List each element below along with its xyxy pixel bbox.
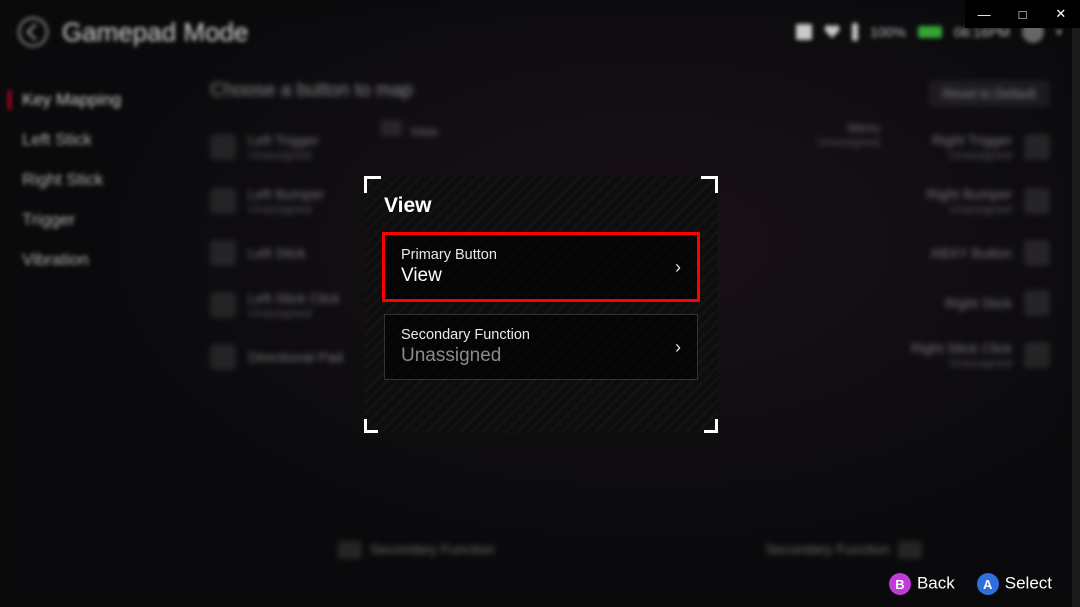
scrollbar[interactable] — [1072, 0, 1080, 607]
hint-select: ASelect — [977, 573, 1052, 595]
m1-icon — [338, 541, 362, 559]
secondary-function-row[interactable]: Secondary Function Unassigned › — [384, 314, 698, 380]
rs-icon — [1024, 290, 1050, 316]
rb-icon — [1024, 188, 1050, 214]
window-close-button[interactable]: ✕ — [1042, 0, 1080, 28]
lsc-icon — [210, 292, 236, 318]
modal-title: View — [384, 194, 698, 218]
sidebar: Key Mapping Left Stick Right Stick Trigg… — [0, 80, 195, 280]
primary-button-label: Primary Button — [401, 247, 675, 263]
secondary-fn-left[interactable]: Secondary Function — [370, 541, 495, 557]
b-button-icon: B — [889, 573, 911, 595]
page-title: Gamepad Mode — [62, 17, 248, 48]
user-icon — [796, 24, 812, 40]
chevron-right-icon: › — [675, 257, 681, 278]
battery-icon — [918, 26, 942, 38]
rsc-icon — [1024, 342, 1050, 368]
map-left-stick-click[interactable]: Left Stick ClickUnassigned — [210, 290, 390, 320]
m2-icon — [898, 541, 922, 559]
secondary-function-value: Unassigned — [401, 345, 675, 367]
mapping-prompt: Choose a button to map — [210, 80, 1050, 102]
sidebar-item-trigger[interactable]: Trigger — [0, 200, 195, 240]
ls-icon — [210, 240, 236, 266]
app-header: Gamepad Mode 100% 06:16PM ▾ — [18, 12, 1062, 52]
window-minimize-button[interactable]: — — [965, 0, 1003, 28]
heart-icon — [824, 24, 840, 40]
window-maximize-button[interactable]: □ — [1003, 0, 1041, 28]
map-dpad[interactable]: Directional Pad — [210, 344, 390, 370]
chevron-right-icon: › — [675, 337, 681, 358]
primary-button-row[interactable]: Primary Button View › — [384, 234, 698, 300]
dpad-icon — [210, 344, 236, 370]
reset-to-default-button[interactable]: Reset to Default — [929, 80, 1050, 107]
map-left-bumper[interactable]: Left BumperUnassigned — [210, 186, 390, 216]
secondary-function-label: Secondary Function — [401, 327, 675, 343]
sidebar-item-vibration[interactable]: Vibration — [0, 240, 195, 280]
battery-percent: 100% — [870, 24, 906, 40]
view-icon — [380, 120, 402, 136]
map-abxy[interactable]: ABXY Button — [870, 240, 1050, 266]
top-menu-label[interactable]: Menu — [847, 120, 880, 135]
primary-button-value: View — [401, 265, 675, 287]
sidebar-item-key-mapping[interactable]: Key Mapping — [0, 80, 195, 120]
back-icon[interactable] — [18, 17, 48, 47]
footer-hints: BBack ASelect — [889, 573, 1052, 595]
top-menu-sub: Unassigned — [817, 135, 880, 149]
window-controls: — □ ✕ — [965, 0, 1080, 28]
a-button-icon: A — [977, 573, 999, 595]
hint-back: BBack — [889, 573, 955, 595]
top-view-label[interactable]: View — [410, 124, 438, 139]
lightning-icon — [852, 23, 858, 41]
lb-icon — [210, 188, 236, 214]
map-right-bumper[interactable]: Right BumperUnassigned — [870, 186, 1050, 216]
secondary-fn-right[interactable]: Secondary Function — [765, 541, 890, 557]
button-mapping-modal: View Primary Button View › Secondary Fun… — [364, 176, 718, 433]
sidebar-item-right-stick[interactable]: Right Stick — [0, 160, 195, 200]
map-left-stick[interactable]: Left Stick — [210, 240, 390, 266]
sidebar-item-left-stick[interactable]: Left Stick — [0, 120, 195, 160]
abxy-icon — [1024, 240, 1050, 266]
map-right-stick[interactable]: Right Stick — [870, 290, 1050, 316]
map-right-stick-click[interactable]: Right Stick ClickUnassigned — [870, 340, 1050, 370]
